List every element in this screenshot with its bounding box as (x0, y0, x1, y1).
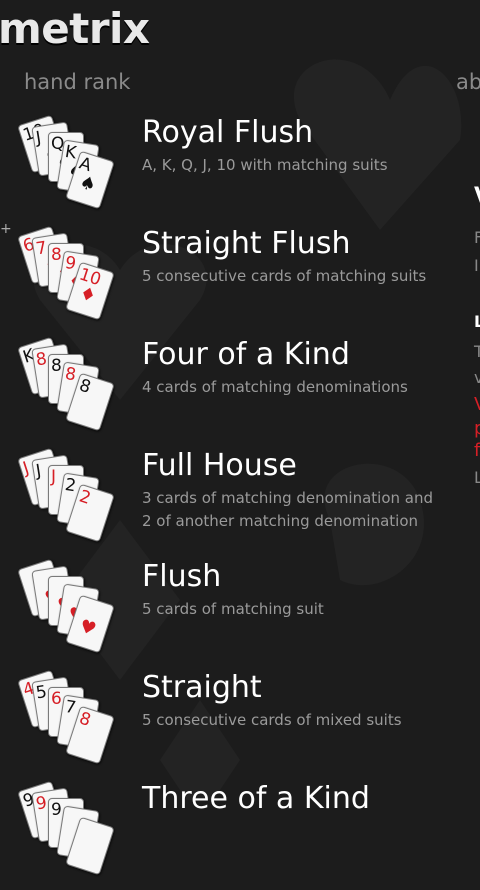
hand-description: A, K, Q, J, 10 with matching suits (142, 156, 388, 174)
card-rank: J (51, 467, 57, 487)
app-title: metrix (0, 4, 150, 53)
card-rank: 8 (76, 375, 94, 398)
card-fan: ♥♥♥♥♥ (17, 558, 134, 668)
card-rank: 2 (63, 474, 78, 497)
peek-text: T (474, 342, 480, 361)
hand-description: 4 cards of matching denominations (142, 378, 408, 396)
hand-title: Royal Flush (142, 115, 314, 150)
card-rank: 2 (76, 486, 94, 509)
card-rank: J (34, 460, 43, 482)
hand-description: 5 cards of matching suit (142, 600, 324, 618)
peek-text: V (474, 394, 480, 415)
peek-text: L (474, 312, 480, 331)
peek-text: f (474, 440, 480, 461)
card-suit-icon: ♠ (76, 171, 99, 197)
card-rank: J (20, 458, 32, 479)
peek-text: F (474, 228, 480, 247)
card-suit-icon: ♥ (76, 615, 99, 641)
card-fan: 45678 (17, 669, 134, 779)
hand-title: Flush (142, 559, 222, 594)
hand-title: Full House (142, 448, 297, 483)
card-rank: 8 (51, 356, 62, 376)
card-rank: 9 (34, 792, 49, 815)
hand-row[interactable]: 9 9 9 Three of a Kind (0, 777, 480, 888)
hand-row[interactable]: J J J 2 2 Full House 3 cards of matching denom… (0, 444, 480, 555)
card-rank: 7 (63, 696, 78, 719)
peek-text: p (474, 418, 480, 439)
hand-row[interactable]: 6♦7♦8♦9♦10♦Straight Flush 5 consecutive c… (0, 222, 480, 333)
peek-text: v (474, 368, 480, 387)
card-fan: 6♦7♦8♦9♦10♦ (17, 225, 134, 335)
hand-row[interactable]: 4 5 6 7 8 Straight 5 consecutive cards of mixe… (0, 666, 480, 777)
card-rank: 5 (34, 681, 49, 704)
hand-row[interactable]: ♥♥♥♥♥Flush 5 cards of matching suit (0, 555, 480, 666)
card-fan: JJJ22 (17, 447, 134, 557)
hand-row[interactable]: K 8 8 8 8 Four of a Kind 4 cards of matching d… (0, 333, 480, 444)
hand-row[interactable]: 10♠J♠Q♠K♠A♠Royal FlushA, K, Q, J, 10 wit… (0, 111, 480, 222)
card-fan: 10♠J♠Q♠K♠A♠ (17, 114, 134, 224)
card-suit-icon: ♦ (76, 282, 99, 308)
hand-description: 3 cards of matching denomination and 2 o… (142, 489, 434, 530)
card-rank: J (34, 127, 43, 149)
peek-text: I (474, 256, 479, 275)
pivot-hand-rank[interactable]: hand rank (24, 70, 130, 94)
card-rank: 6 (51, 689, 62, 709)
card-rank: 9 (51, 800, 62, 820)
hand-description: 5 consecutive cards of matching suits (142, 267, 427, 285)
card-rank: 8 (63, 363, 78, 386)
card-rank: 8 (76, 708, 94, 731)
hand-description: 5 consecutive cards of mixed suits (142, 711, 402, 729)
peek-text: V (474, 184, 480, 209)
hand-title: Four of a Kind (142, 337, 350, 372)
pivot-about[interactable]: abo (456, 70, 480, 94)
hand-title: Straight Flush (142, 226, 351, 261)
card-fan: K8888 (17, 336, 134, 446)
peek-text: L (474, 468, 480, 487)
card-fan: 999 (17, 780, 134, 890)
hand-title: Three of a Kind (142, 781, 370, 816)
hand-title: Straight (142, 670, 262, 705)
card-rank: 8 (34, 348, 49, 371)
